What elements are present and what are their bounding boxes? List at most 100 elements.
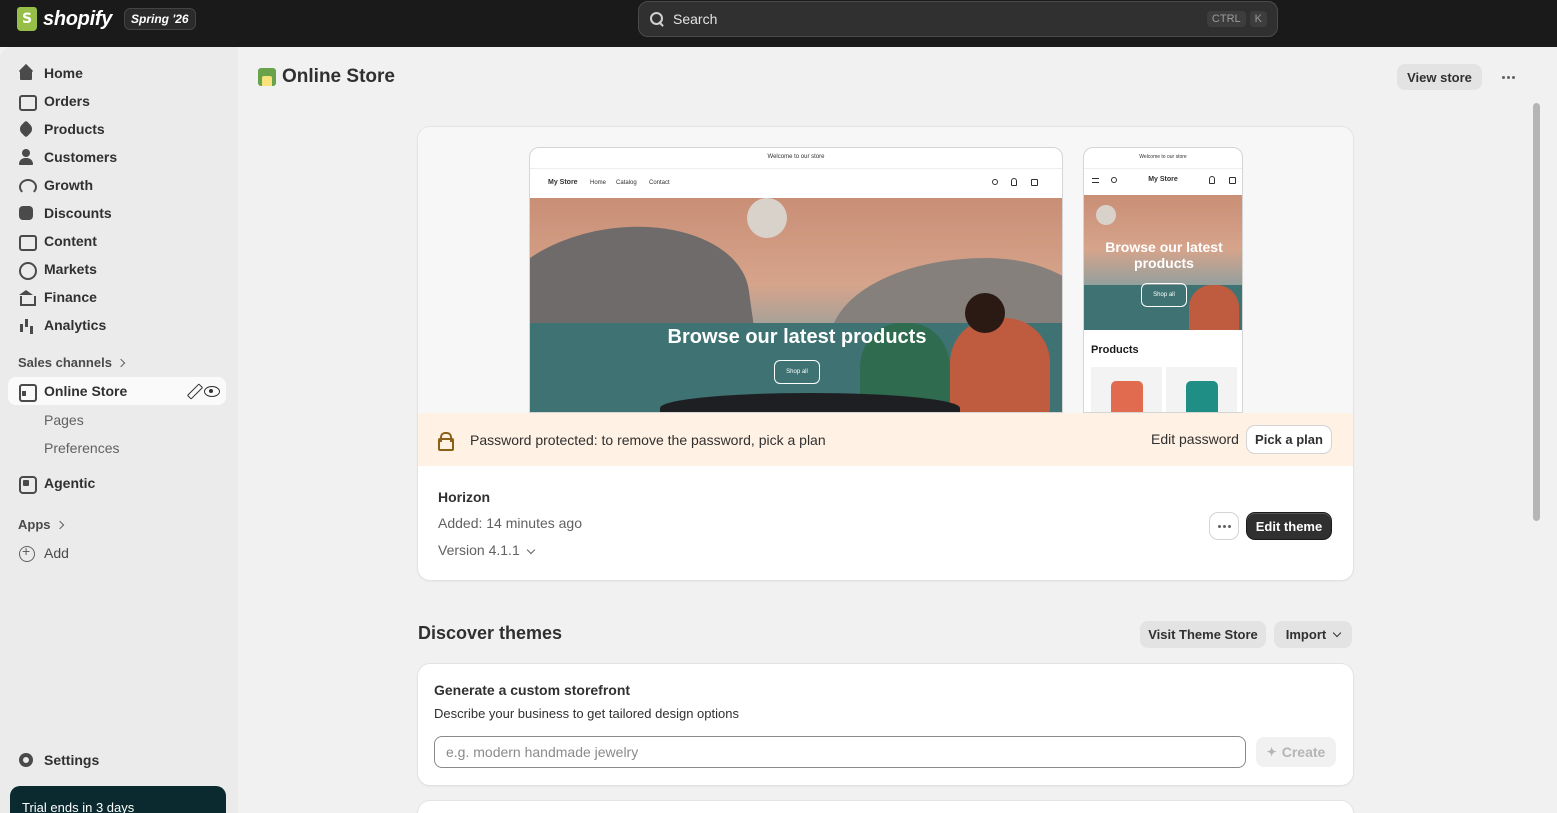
generate-storefront-card: Generate a custom storefront Describe yo… — [418, 664, 1353, 785]
sidebar-item-label: Analytics — [44, 317, 107, 333]
generate-title: Generate a custom storefront — [434, 682, 631, 698]
password-banner-text: Password protected: to remove the passwo… — [470, 431, 826, 448]
sidebar-item-label: Products — [44, 121, 105, 137]
import-button[interactable]: Import — [1274, 621, 1352, 648]
shortcut-ctrl: CTRL — [1206, 11, 1246, 27]
tag-icon — [18, 121, 34, 137]
sidebar-item-label: Online Store — [44, 383, 128, 399]
create-button[interactable]: ✦ Create — [1256, 737, 1336, 767]
create-label: Create — [1281, 744, 1326, 760]
search-icon — [649, 11, 665, 27]
storefront-description-input[interactable] — [434, 736, 1246, 768]
mobile-shop-all-button: Shop all — [1141, 283, 1187, 307]
content-icon — [18, 233, 37, 251]
bank-icon — [18, 289, 36, 306]
sidebar-item-label: Discounts — [44, 205, 112, 221]
scrollbar[interactable] — [1533, 103, 1540, 521]
page-title: Online Store — [258, 66, 395, 88]
trial-text: Trial ends in 3 days — [22, 800, 135, 813]
sidebar-item-finance[interactable]: Finance — [8, 283, 226, 311]
sidebar-item-markets[interactable]: Markets — [8, 255, 226, 283]
sidebar-item-analytics[interactable]: Analytics — [8, 311, 226, 339]
gauge-icon — [18, 177, 37, 195]
preview-account-icon — [1011, 178, 1017, 186]
sidebar-item-label: Orders — [44, 93, 90, 109]
sparkle-icon: ✦ — [1266, 745, 1277, 759]
plus-circle-icon — [18, 543, 35, 562]
mobile-cart-icon — [1229, 177, 1236, 184]
preview-nav-home: Home — [590, 180, 607, 186]
sidebar-item-growth[interactable]: Growth — [8, 171, 226, 199]
sidebar-item-label: Customers — [44, 149, 118, 165]
pick-plan-button[interactable]: Pick a plan — [1247, 426, 1331, 453]
sidebar-item-content[interactable]: Content — [8, 227, 226, 255]
theme-more-actions-icon[interactable] — [1210, 513, 1238, 539]
mobile-store-name: My Store — [1148, 176, 1178, 183]
sidebar-item-label: Finance — [44, 289, 97, 305]
preview-hero-image: Browse our latest products Shop all — [530, 198, 1062, 412]
orders-icon — [18, 93, 37, 111]
gear-icon — [18, 752, 34, 768]
chevron-right-icon — [55, 520, 64, 530]
sidebar-item-add-app[interactable]: Add — [8, 539, 226, 567]
globe-icon — [18, 261, 37, 280]
shopify-logo[interactable]: shopify Spring '26 — [17, 7, 196, 31]
top-bar: shopify Spring '26 Search CTRL K — [0, 0, 1557, 47]
discount-icon — [18, 205, 34, 221]
theme-preview[interactable]: Welcome to our store My Store Home Catal… — [418, 127, 1353, 413]
edition-badge[interactable]: Spring '26 — [124, 8, 196, 30]
theme-added-time: Added: 14 minutes ago — [438, 515, 582, 531]
lock-icon — [438, 431, 454, 451]
sidebar-item-label: Add — [44, 545, 69, 561]
sidebar-item-customers[interactable]: Customers — [8, 143, 226, 171]
preview-store-name: My Store — [548, 179, 578, 186]
search-bar[interactable]: Search CTRL K — [638, 1, 1278, 37]
shopping-bag-icon — [17, 7, 37, 31]
trial-banner[interactable]: Trial ends in 3 days — [10, 786, 226, 813]
product-card-orange-shirt — [1091, 367, 1162, 412]
chevron-down-icon — [1332, 628, 1342, 637]
generate-subtitle: Describe your business to get tailored d… — [434, 706, 739, 721]
chevron-right-icon — [116, 358, 126, 368]
sidebar-item-settings[interactable]: Settings — [8, 746, 226, 774]
mobile-announcement-bar: Welcome to our store — [1139, 154, 1187, 160]
product-card-teal-shirt — [1166, 367, 1237, 412]
chevron-down-icon — [526, 545, 535, 555]
edit-theme-button[interactable]: Edit theme — [1247, 513, 1331, 539]
sidebar-item-label: Agentic — [44, 475, 96, 491]
preview-cart-icon — [1031, 179, 1038, 186]
sales-channels-header[interactable]: Sales channels — [18, 355, 126, 370]
mobile-preview: Welcome to our store My Store Browse our… — [1083, 147, 1243, 413]
import-label: Import — [1285, 627, 1327, 642]
mobile-account-icon — [1209, 176, 1215, 184]
preview-shop-all-button: Shop all — [774, 360, 820, 384]
theme-version-dropdown[interactable]: Version 4.1.1 — [438, 542, 535, 558]
sidebar-item-label: Growth — [44, 177, 93, 193]
sidebar-item-products[interactable]: Products — [8, 115, 226, 143]
mobile-hero-image: Browse our latest products Shop all — [1084, 195, 1242, 330]
sidebar-item-label: Content — [44, 233, 97, 249]
sidebar-item-orders[interactable]: Orders — [8, 87, 226, 115]
sidebar-item-agentic[interactable]: Agentic — [8, 469, 226, 497]
announcement-bar: Welcome to our store — [767, 154, 825, 160]
view-store-button[interactable]: View store — [1397, 64, 1482, 90]
mobile-hero-title: Browse our latest products — [1105, 239, 1223, 271]
apps-header[interactable]: Apps — [18, 517, 64, 532]
sidebar-item-online-store[interactable]: Online Store — [8, 377, 226, 405]
preview-search-icon — [992, 179, 998, 185]
pencil-icon[interactable] — [187, 384, 201, 398]
sidebar-subitem-preferences[interactable]: Preferences — [44, 440, 119, 456]
sales-channels-label: Sales channels — [18, 355, 112, 370]
preview-hero-title: Browse our latest products — [667, 326, 927, 348]
eye-icon[interactable] — [204, 384, 220, 398]
more-actions-icon[interactable] — [1497, 66, 1519, 88]
apps-label: Apps — [18, 517, 51, 532]
logo-text: shopify — [43, 7, 113, 30]
sidebar-item-home[interactable]: Home — [8, 59, 226, 87]
sidebar-subitem-pages[interactable]: Pages — [44, 412, 84, 428]
sidebar-item-discounts[interactable]: Discounts — [8, 199, 226, 227]
preview-nav-catalog: Catalog — [616, 180, 637, 186]
edit-password-link[interactable]: Edit password — [1151, 431, 1239, 447]
password-banner: Password protected: to remove the passwo… — [418, 413, 1353, 466]
visit-theme-store-button[interactable]: Visit Theme Store — [1140, 621, 1266, 648]
